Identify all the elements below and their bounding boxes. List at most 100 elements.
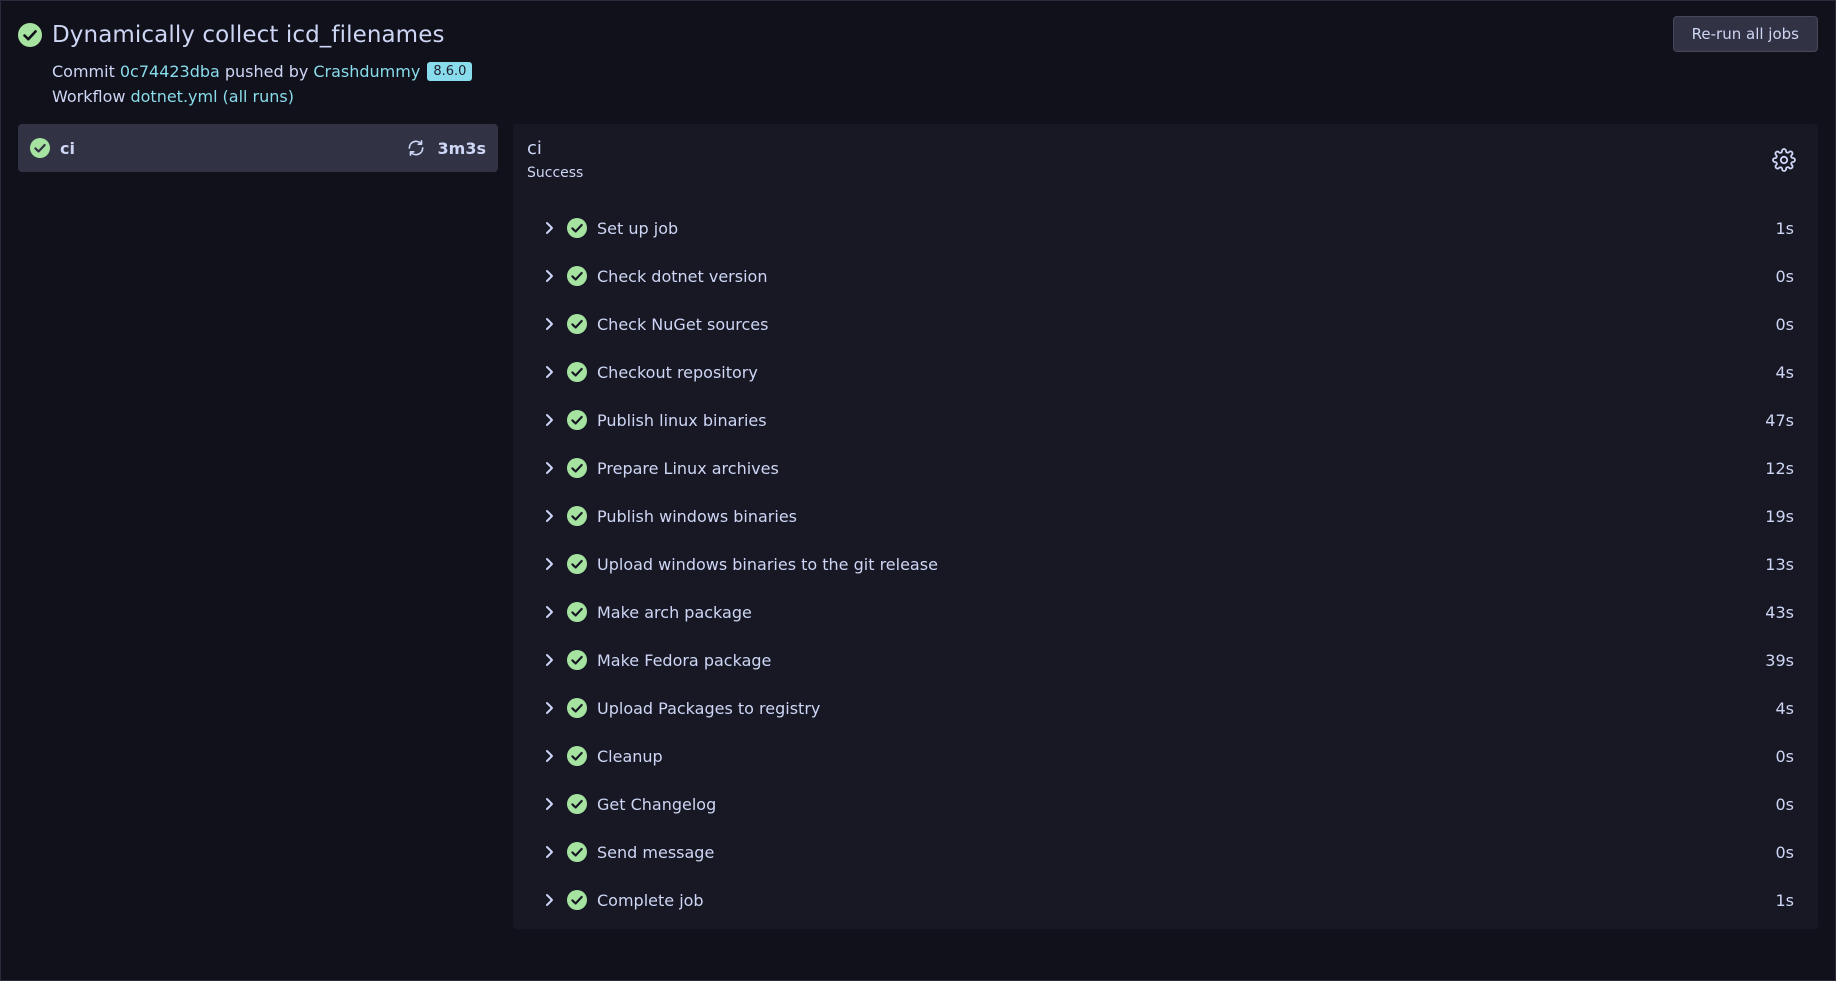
chevron-right-icon[interactable] bbox=[541, 844, 557, 860]
step-name: Upload windows binaries to the git relea… bbox=[597, 554, 938, 574]
step-row[interactable]: Send message 0s bbox=[541, 828, 1794, 876]
step-duration: 0s bbox=[1775, 314, 1794, 334]
check-circle-icon bbox=[567, 506, 587, 526]
check-circle-icon bbox=[567, 554, 587, 574]
step-row[interactable]: Prepare Linux archives 12s bbox=[541, 444, 1794, 492]
step-duration: 4s bbox=[1775, 362, 1794, 382]
run-title-row: Dynamically collect icd_filenames bbox=[18, 20, 1818, 50]
job-duration: 3m3s bbox=[437, 138, 486, 158]
chevron-right-icon[interactable] bbox=[541, 652, 557, 668]
chevron-right-icon[interactable] bbox=[541, 748, 557, 764]
job-detail-panel: ci Success Set up job 1s Check dotnet ve… bbox=[513, 124, 1818, 929]
commit-info: Commit 0c74423dba pushed by Crashdummy 8… bbox=[52, 62, 473, 81]
step-duration: 0s bbox=[1775, 794, 1794, 814]
rerun-all-jobs-button[interactable]: Re-run all jobs bbox=[1672, 16, 1818, 52]
step-duration: 1s bbox=[1775, 890, 1794, 910]
job-detail-name: ci bbox=[527, 138, 542, 159]
step-name: Send message bbox=[597, 842, 715, 862]
gear-icon[interactable] bbox=[1772, 148, 1796, 172]
check-circle-icon bbox=[567, 698, 587, 718]
step-duration: 0s bbox=[1775, 266, 1794, 286]
chevron-right-icon[interactable] bbox=[541, 412, 557, 428]
workflow-info: Workflow dotnet.yml (all runs) bbox=[52, 87, 294, 106]
check-circle-icon bbox=[567, 746, 587, 766]
job-item-ci[interactable]: ci 3m3s bbox=[18, 124, 498, 172]
step-name: Checkout repository bbox=[597, 362, 758, 382]
step-name: Check dotnet version bbox=[597, 266, 768, 286]
check-circle-icon bbox=[567, 410, 587, 430]
check-circle-icon bbox=[567, 842, 587, 862]
author-link[interactable]: Crashdummy bbox=[313, 62, 420, 81]
chevron-right-icon[interactable] bbox=[541, 460, 557, 476]
step-duration: 12s bbox=[1765, 458, 1794, 478]
step-row[interactable]: Checkout repository 4s bbox=[541, 348, 1794, 396]
check-circle-icon bbox=[30, 138, 50, 158]
step-name: Upload Packages to registry bbox=[597, 698, 821, 718]
job-detail-header: ci Success bbox=[527, 138, 583, 181]
step-row[interactable]: Check NuGet sources 0s bbox=[541, 300, 1794, 348]
version-tag[interactable]: 8.6.0 bbox=[427, 62, 473, 81]
step-name: Publish windows binaries bbox=[597, 506, 797, 526]
step-row[interactable]: Make Fedora package 39s bbox=[541, 636, 1794, 684]
pushed-by-label: pushed by bbox=[224, 62, 309, 81]
job-list: ci 3m3s bbox=[18, 124, 498, 172]
chevron-right-icon[interactable] bbox=[541, 508, 557, 524]
check-circle-icon bbox=[567, 362, 587, 382]
step-name: Cleanup bbox=[597, 746, 663, 766]
workflow-file-link[interactable]: dotnet.yml bbox=[130, 87, 217, 106]
check-circle-icon bbox=[567, 650, 587, 670]
step-duration: 13s bbox=[1765, 554, 1794, 574]
step-row[interactable]: Cleanup 0s bbox=[541, 732, 1794, 780]
step-duration: 39s bbox=[1765, 650, 1794, 670]
job-detail-status: Success bbox=[527, 165, 584, 181]
commit-label: Commit bbox=[52, 62, 115, 81]
run-title: Dynamically collect icd_filenames bbox=[52, 22, 445, 48]
check-circle-icon bbox=[567, 602, 587, 622]
check-circle-icon bbox=[18, 23, 42, 47]
step-name: Get Changelog bbox=[597, 794, 717, 814]
check-circle-icon bbox=[567, 458, 587, 478]
step-row[interactable]: Publish linux binaries 47s bbox=[541, 396, 1794, 444]
step-name: Publish linux binaries bbox=[597, 410, 767, 430]
step-name: Prepare Linux archives bbox=[597, 458, 779, 478]
chevron-right-icon[interactable] bbox=[541, 604, 557, 620]
chevron-right-icon[interactable] bbox=[541, 700, 557, 716]
step-name: Check NuGet sources bbox=[597, 314, 769, 334]
chevron-right-icon[interactable] bbox=[541, 220, 557, 236]
step-row[interactable]: Set up job 1s bbox=[541, 204, 1794, 252]
chevron-right-icon[interactable] bbox=[541, 268, 557, 284]
check-circle-icon bbox=[567, 314, 587, 334]
step-duration: 0s bbox=[1775, 842, 1794, 862]
step-duration: 0s bbox=[1775, 746, 1794, 766]
step-list: Set up job 1s Check dotnet version 0s Ch… bbox=[541, 204, 1794, 924]
chevron-right-icon[interactable] bbox=[541, 796, 557, 812]
check-circle-icon bbox=[567, 266, 587, 286]
step-name: Make arch package bbox=[597, 602, 752, 622]
commit-sha-link[interactable]: 0c74423dba bbox=[120, 62, 220, 81]
step-row[interactable]: Check dotnet version 0s bbox=[541, 252, 1794, 300]
workflow-label: Workflow bbox=[52, 87, 126, 106]
chevron-right-icon[interactable] bbox=[541, 556, 557, 572]
step-duration: 47s bbox=[1765, 410, 1794, 430]
step-row[interactable]: Publish windows binaries 19s bbox=[541, 492, 1794, 540]
step-duration: 19s bbox=[1765, 506, 1794, 526]
step-row[interactable]: Upload windows binaries to the git relea… bbox=[541, 540, 1794, 588]
step-duration: 4s bbox=[1775, 698, 1794, 718]
check-circle-icon bbox=[567, 890, 587, 910]
step-row[interactable]: Get Changelog 0s bbox=[541, 780, 1794, 828]
step-name: Set up job bbox=[597, 218, 679, 238]
refresh-icon[interactable] bbox=[406, 138, 426, 158]
step-row[interactable]: Complete job 1s bbox=[541, 876, 1794, 924]
step-name: Complete job bbox=[597, 890, 704, 910]
step-row[interactable]: Make arch package 43s bbox=[541, 588, 1794, 636]
chevron-right-icon[interactable] bbox=[541, 316, 557, 332]
chevron-right-icon[interactable] bbox=[541, 364, 557, 380]
step-name: Make Fedora package bbox=[597, 650, 772, 670]
step-row[interactable]: Upload Packages to registry 4s bbox=[541, 684, 1794, 732]
job-name: ci bbox=[60, 138, 75, 158]
all-runs-link[interactable]: (all runs) bbox=[223, 87, 294, 106]
chevron-right-icon[interactable] bbox=[541, 892, 557, 908]
check-circle-icon bbox=[567, 218, 587, 238]
step-duration: 1s bbox=[1775, 218, 1794, 238]
step-duration: 43s bbox=[1765, 602, 1794, 622]
